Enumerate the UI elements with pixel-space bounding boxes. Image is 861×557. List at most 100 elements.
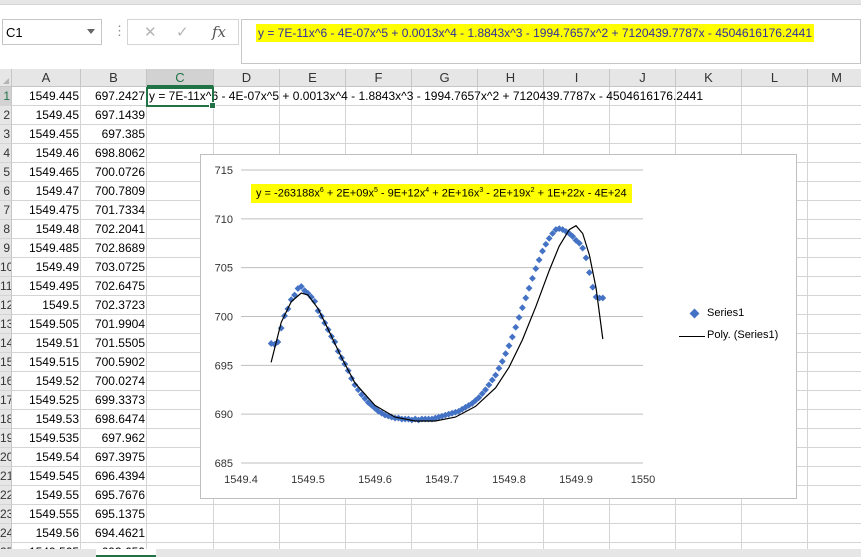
cell-b[interactable]: 697.3975 [81,448,147,467]
column-header[interactable]: E [280,69,346,87]
sheet-tab-active[interactable] [96,549,156,557]
chevron-down-icon[interactable] [87,29,95,34]
cell-a[interactable]: 1549.48 [12,220,81,239]
column-header[interactable]: D [214,69,280,87]
cell-a[interactable]: 1549.495 [12,277,81,296]
column-header[interactable]: M [808,69,861,87]
row-header[interactable]: 7 [0,201,12,220]
row-header[interactable]: 18 [0,410,12,429]
cell-a[interactable]: 1549.535 [12,429,81,448]
cell-a[interactable]: 1549.555 [12,505,81,524]
cell-b[interactable]: 694.4621 [81,524,147,543]
cell-b[interactable]: 702.6475 [81,277,147,296]
selected-cell-c1[interactable] [146,87,216,109]
row-header[interactable]: 9 [0,239,12,258]
name-box[interactable]: C1 [2,19,102,45]
cell-b[interactable]: 697.962 [81,429,147,448]
formula-bar: C1 ⋮ ✕ ✓ fx y = 7E-11x^6 - 4E-07x^5 + 0.… [0,5,861,64]
cell-a[interactable]: 1549.445 [12,87,81,106]
row-header[interactable]: 6 [0,182,12,201]
row-header[interactable]: 16 [0,372,12,391]
cell-a[interactable]: 1549.525 [12,391,81,410]
column-header[interactable]: L [742,69,808,87]
row-header[interactable]: 17 [0,391,12,410]
row-header[interactable]: 19 [0,429,12,448]
data-point [579,244,587,252]
cell-a[interactable]: 1549.5 [12,296,81,315]
scatter-chart[interactable]: 685 690 695 700 705 710 715 1549.4 1549.5 1549.6 1… [200,154,797,499]
cell-b[interactable]: 697.1439 [81,106,147,125]
row-header[interactable]: 23 [0,505,12,524]
insert-function-icon[interactable]: fx [212,23,226,41]
row-header[interactable]: 14 [0,334,12,353]
cell-b[interactable]: 696.4394 [81,467,147,486]
row-header[interactable]: 8 [0,220,12,239]
column-header[interactable]: C [147,69,214,87]
cell-b[interactable]: 700.0274 [81,372,147,391]
cell-b[interactable]: 700.5902 [81,353,147,372]
cell-a[interactable]: 1549.53 [12,410,81,429]
cell-a[interactable]: 1549.45 [12,106,81,125]
cell-b[interactable]: 699.3373 [81,391,147,410]
row-header[interactable]: 4 [0,144,12,163]
row-header[interactable]: 24 [0,524,12,543]
chart-legend[interactable]: Series1 Poly. (Series1) [677,305,792,349]
name-box-value: C1 [6,25,23,40]
column-header[interactable]: A [12,69,81,87]
cell-a[interactable]: 1549.52 [12,372,81,391]
cell-b[interactable]: 702.2041 [81,220,147,239]
cell-b[interactable]: 695.7676 [81,486,147,505]
column-header[interactable]: J [610,69,676,87]
row-header[interactable]: 2 [0,106,12,125]
cell-b[interactable]: 695.1375 [81,505,147,524]
cell-a[interactable]: 1549.455 [12,125,81,144]
cell-a[interactable]: 1549.51 [12,334,81,353]
row-header[interactable]: 13 [0,315,12,334]
cell-b[interactable]: 702.3723 [81,296,147,315]
cancel-icon[interactable]: ✕ [144,23,157,41]
select-all-button[interactable] [0,69,12,87]
row-header[interactable]: 15 [0,353,12,372]
column-header[interactable]: K [676,69,742,87]
row-header[interactable]: 3 [0,125,12,144]
row-header[interactable]: 11 [0,277,12,296]
cell-b[interactable]: 697.385 [81,125,147,144]
cell-a[interactable]: 1549.505 [12,315,81,334]
column-header[interactable]: G [412,69,478,87]
cell-a[interactable]: 1549.56 [12,524,81,543]
cell-a[interactable]: 1549.55 [12,486,81,505]
cell-a[interactable]: 1549.47 [12,182,81,201]
cell-b[interactable]: 698.6474 [81,410,147,429]
enter-icon[interactable]: ✓ [176,23,189,41]
cell-a[interactable]: 1549.46 [12,144,81,163]
cell-b[interactable]: 700.7809 [81,182,147,201]
cell-b[interactable]: 703.0725 [81,258,147,277]
column-header[interactable]: I [544,69,610,87]
cell-a[interactable]: 1549.515 [12,353,81,372]
cell-a[interactable]: 1549.475 [12,201,81,220]
formula-input[interactable]: y = 7E-11x^6 - 4E-07x^5 + 0.0013x^4 - 1.… [241,19,861,64]
cell-b[interactable]: 701.9904 [81,315,147,334]
cell-b[interactable]: 701.7334 [81,201,147,220]
row-header[interactable]: 1 [0,87,12,106]
row-header[interactable]: 20 [0,448,12,467]
row-header[interactable]: 22 [0,486,12,505]
column-header[interactable]: H [478,69,544,87]
cell-a[interactable]: 1549.54 [12,448,81,467]
cell-a[interactable]: 1549.545 [12,467,81,486]
row-header[interactable]: 12 [0,296,12,315]
column-header[interactable]: B [81,69,147,87]
cell-b[interactable]: 702.8689 [81,239,147,258]
cell-a[interactable]: 1549.485 [12,239,81,258]
cell-a[interactable]: 1549.49 [12,258,81,277]
cell-b[interactable]: 701.5505 [81,334,147,353]
cell-b[interactable]: 698.8062 [81,144,147,163]
cell-b[interactable]: 700.0726 [81,163,147,182]
row-header[interactable]: 10 [0,258,12,277]
cell-b[interactable]: 697.2427 [81,87,147,106]
row-header[interactable]: 21 [0,467,12,486]
row-header[interactable]: 5 [0,163,12,182]
trendline-equation-label[interactable]: y = -263188x6 + 2E+09x5 - 9E+12x4 + 2E+1… [251,184,632,203]
cell-a[interactable]: 1549.465 [12,163,81,182]
column-header[interactable]: F [346,69,412,87]
